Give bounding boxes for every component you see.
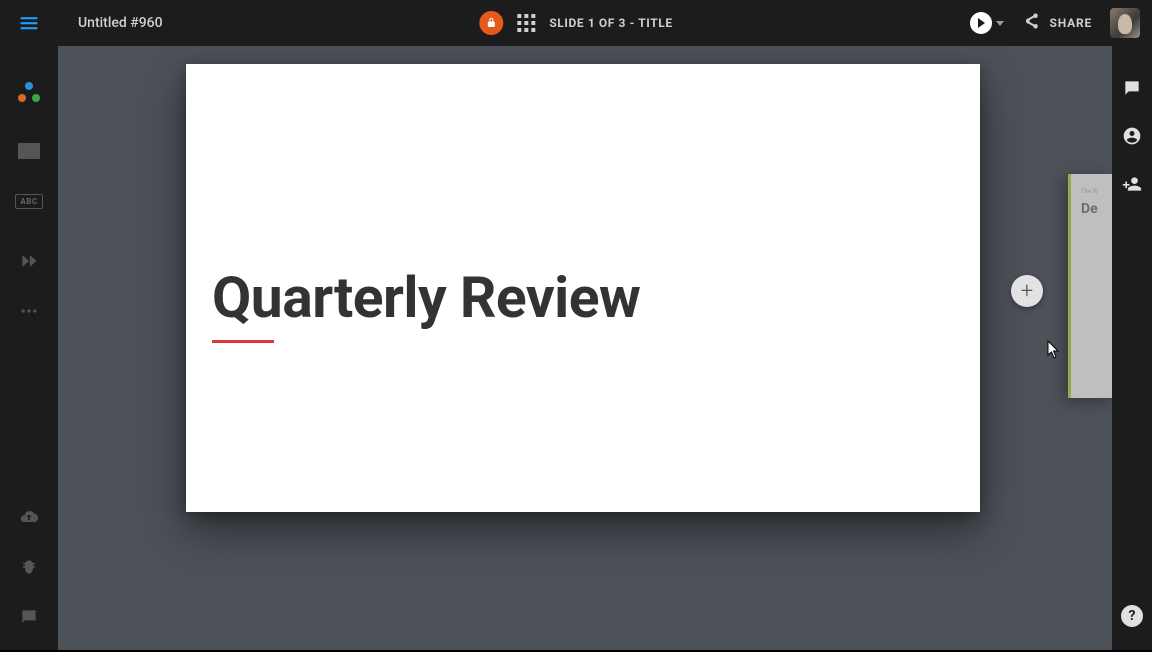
feedback-button[interactable] [0,594,58,644]
more-options-button[interactable] [0,288,58,338]
slide-indicator[interactable]: SLIDE 1 OF 3 - TITLE [549,16,672,30]
menu-button[interactable] [0,0,58,46]
colors-icon [18,82,40,104]
document-title[interactable]: Untitled #960 [78,15,163,31]
help-icon: ? [1121,605,1143,627]
next-slide-preview[interactable]: The W De [1068,174,1112,398]
left-toolbar-bottom [0,494,58,652]
lock-button[interactable] [479,11,503,35]
animation-button[interactable] [0,238,58,288]
top-right-group: SHARE [970,0,1152,46]
slide-canvas[interactable]: Quarterly Review [186,64,980,512]
share-button[interactable]: SHARE [1022,12,1092,34]
more-horizontal-icon [19,301,39,325]
present-button[interactable] [970,12,1004,34]
fast-forward-icon [19,251,39,275]
comment-icon [1122,78,1142,98]
text-style-button[interactable]: ABC [0,176,58,226]
user-circle-icon [1122,126,1142,146]
peek-overlay [1071,174,1112,398]
lock-icon [485,17,497,29]
report-bug-button[interactable] [0,544,58,594]
hamburger-icon [19,13,39,33]
layout-icon [18,143,40,159]
slide-title-text[interactable]: Quarterly Review [212,264,640,331]
play-icon [970,12,992,34]
add-collaborator-button[interactable] [1112,160,1152,208]
account-button[interactable] [1112,112,1152,160]
person-add-icon [1122,174,1142,194]
chevron-down-icon [996,21,1004,26]
share-label: SHARE [1050,16,1092,30]
abc-icon: ABC [15,194,42,209]
grid-view-button[interactable] [517,14,535,32]
canvas-area: Quarterly Review + The W De [58,46,1112,652]
cloud-upload-icon [19,507,39,531]
add-slide-button[interactable]: + [1011,275,1043,307]
left-toolbar: ABC [0,46,58,652]
layout-button[interactable] [0,126,58,176]
theme-colors-button[interactable] [0,68,58,118]
top-center-group: SLIDE 1 OF 3 - TITLE [479,11,672,35]
topbar: Untitled #960 SLIDE 1 OF 3 - TITLE SHARE [0,0,1152,46]
user-avatar[interactable] [1110,8,1140,38]
right-sidebar: ? [1112,46,1152,652]
help-button[interactable]: ? [1112,592,1152,640]
comments-button[interactable] [1112,64,1152,112]
bug-icon [19,557,39,581]
chat-icon [19,607,39,631]
share-icon [1022,12,1040,34]
title-underline [212,340,274,343]
sync-button[interactable] [0,494,58,544]
